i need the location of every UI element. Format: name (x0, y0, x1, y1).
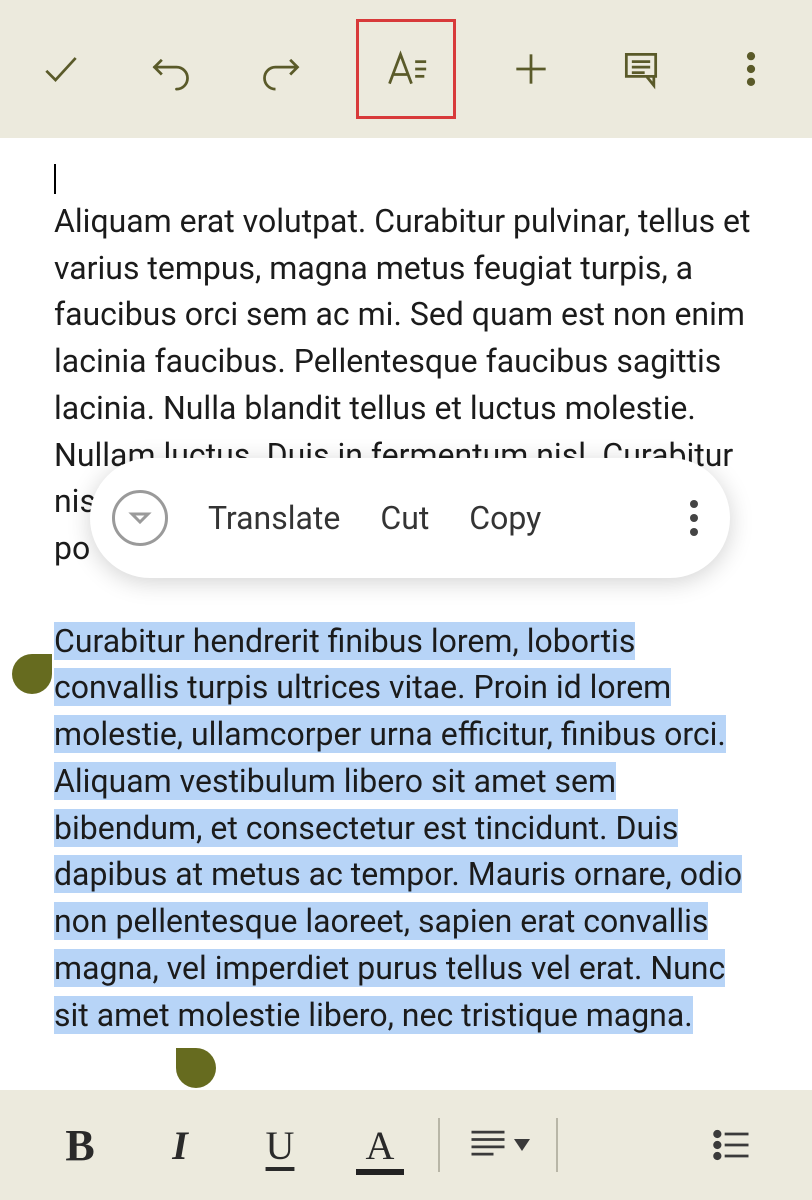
plus-icon (509, 47, 553, 91)
text-selection-context-menu: Translate Cut Copy (90, 458, 730, 578)
toolbar-divider (438, 1118, 440, 1172)
text-cursor (54, 164, 56, 194)
underline-button[interactable]: U (230, 1095, 330, 1195)
text-format-icon (384, 47, 428, 91)
redo-icon (259, 47, 303, 91)
context-menu-copy[interactable]: Copy (469, 495, 541, 542)
selection-handle-start[interactable] (12, 654, 52, 694)
overflow-button[interactable] (716, 34, 786, 104)
document-editor[interactable]: Aliquam erat volutpat. Curabitur pulvina… (0, 138, 812, 1090)
redo-button[interactable] (246, 34, 316, 104)
italic-button[interactable]: I (130, 1095, 230, 1195)
more-vert-icon (729, 47, 773, 91)
bold-button[interactable]: B (30, 1095, 130, 1195)
bottom-format-toolbar: B I U A (0, 1090, 812, 1200)
confirm-button[interactable] (26, 34, 96, 104)
text-color-button[interactable]: A (330, 1095, 430, 1195)
comment-button[interactable] (606, 34, 676, 104)
text-format-button[interactable] (371, 34, 441, 104)
paragraph-2-text: Curabitur hendrerit finibus lorem, lobor… (54, 622, 742, 1034)
selection-handle-end[interactable] (176, 1048, 216, 1088)
text-format-highlight (356, 19, 456, 119)
context-menu-translate[interactable]: Translate (208, 495, 340, 542)
comment-icon (619, 47, 663, 91)
context-menu-more[interactable] (690, 500, 698, 536)
toolbar-divider-2 (556, 1118, 558, 1172)
top-toolbar (0, 0, 812, 138)
bullet-list-button[interactable] (682, 1095, 782, 1195)
dropdown-caret-icon (514, 1139, 530, 1151)
context-menu-cut[interactable]: Cut (380, 495, 429, 542)
insert-button[interactable] (496, 34, 566, 104)
paragraph-2-selected: Curabitur hendrerit finibus lorem, lobor… (54, 618, 762, 1038)
context-menu-translate-icon-button[interactable] (112, 490, 168, 546)
undo-button[interactable] (136, 34, 206, 104)
align-icon (466, 1123, 510, 1167)
check-icon (39, 47, 83, 91)
paragraph-1b-text: po (54, 529, 90, 567)
chevron-down-circle-icon (128, 506, 152, 530)
bullet-list-icon (710, 1123, 754, 1167)
align-button[interactable] (448, 1095, 548, 1195)
undo-icon (149, 47, 193, 91)
